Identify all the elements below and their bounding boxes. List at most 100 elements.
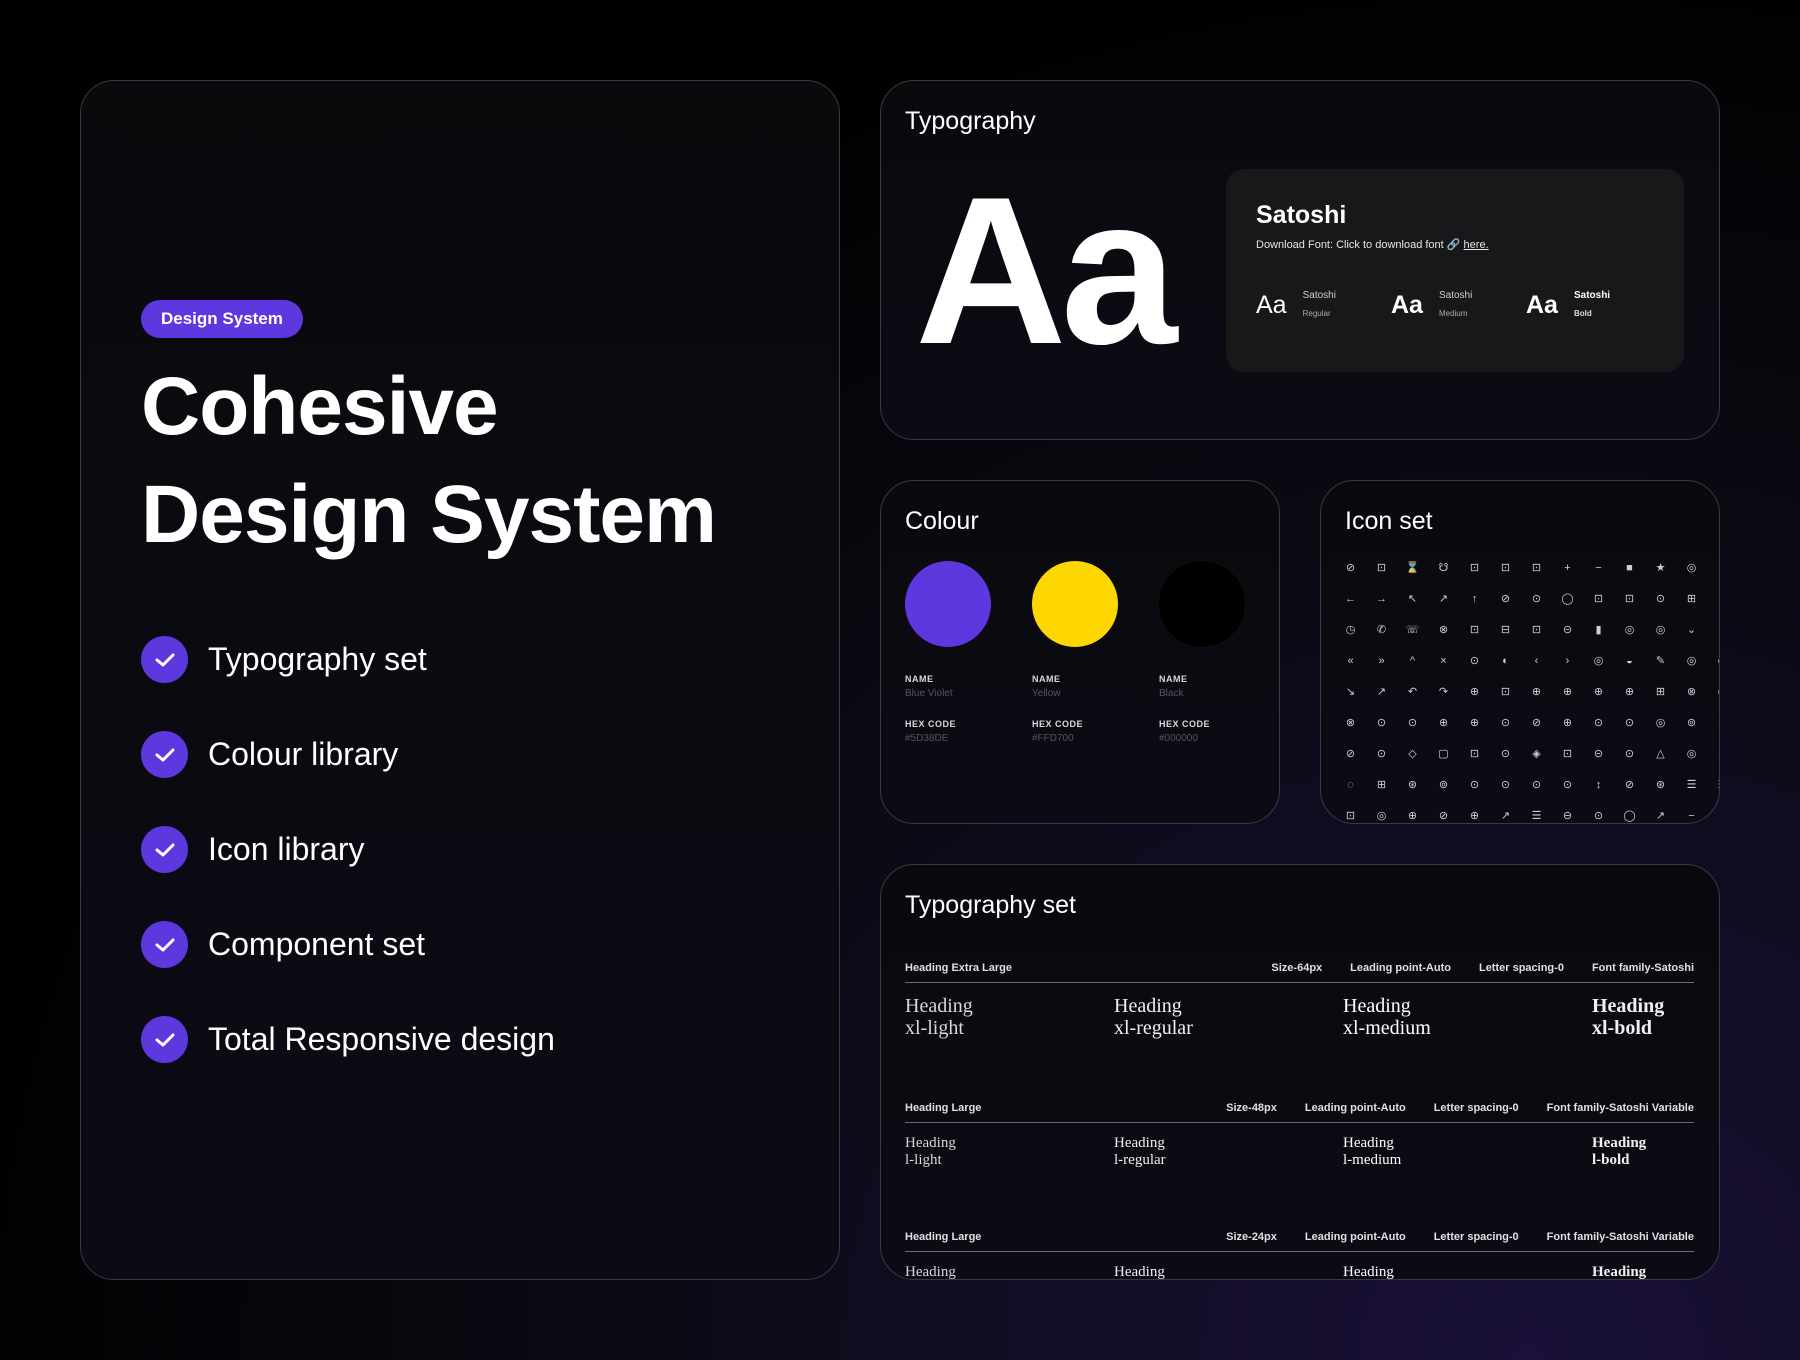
type-section-header: Heading Large Size-24px Leading point-Au… (905, 1228, 1694, 1252)
icon-set-glyph-icon: ⊙ (1469, 655, 1480, 667)
check-icon (141, 826, 188, 873)
colour-name: Blue Violet (905, 688, 953, 699)
icon-set-glyph-icon: ⊡ (1469, 748, 1480, 760)
icon-set-glyph-icon: ⊙ (1707, 584, 1719, 615)
type-samples: Heading Heading Heading Heading (905, 1264, 1694, 1280)
icon-set-glyph-icon: ↘ (1345, 686, 1356, 698)
icon-set-glyph-icon: × (1440, 655, 1447, 667)
type-specs: Size-24px Leading point-Auto Letter spac… (1226, 1231, 1694, 1243)
feature-item: Typography set (141, 636, 555, 683)
feature-item: Colour library (141, 731, 555, 778)
icon-set-glyph-icon: ⊕ (1469, 686, 1480, 698)
feature-label: Total Responsive design (208, 1021, 555, 1057)
hex-label: HEX CODE (905, 719, 957, 729)
icon-set-glyph-icon: ⊗ (1707, 708, 1719, 739)
type-section-name: Heading Large (905, 1101, 982, 1114)
icon-set-glyph-icon: ← (1345, 593, 1356, 605)
check-icon (141, 731, 188, 778)
icon-set-glyph-icon: ⊡ (1469, 562, 1480, 574)
variant-weight: Regular (1302, 309, 1331, 318)
icon-set-glyph-icon: ⊕ (1438, 717, 1449, 729)
icon-set-glyph-icon: ✎ (1655, 655, 1666, 667)
icon-set-glyph-icon: ◎ (1707, 677, 1719, 708)
type-spacing: Letter spacing-0 (1433, 1101, 1519, 1114)
download-font-text: Download Font: Click to download font 🔗 … (1256, 237, 1489, 253)
icon-set-glyph-icon: ↗ (1500, 810, 1511, 822)
icon-set-glyph-icon: ☰ (1707, 770, 1719, 801)
variant-sample: Aa (1526, 291, 1558, 319)
icon-set-glyph-icon: ⊡ (1593, 593, 1604, 605)
icon-set-glyph-icon: ◇ (1408, 748, 1417, 760)
icon-set-glyph-icon: ↗ (1376, 686, 1387, 698)
feature-label: Icon library (208, 831, 365, 867)
sample-light: Heading l-light (905, 1135, 956, 1168)
type-samples: Heading l-light Heading l-regular Headin… (905, 1135, 1694, 1195)
feature-list: Typography set Colour library Icon libra… (141, 636, 555, 1111)
icon-set-glyph-icon: ◎ (1686, 748, 1697, 760)
icon-set-glyph-icon: ↷ (1438, 686, 1449, 698)
sample-bold: Heading (1592, 1264, 1647, 1280)
icon-set-glyph-icon: − (1688, 810, 1695, 822)
download-font-link[interactable]: here. (1464, 239, 1489, 251)
icon-set-glyph-icon: ◎ (1376, 810, 1387, 822)
variant-family: Satoshi (1438, 290, 1473, 301)
icon-set-glyph-icon: ⊘ (1345, 748, 1356, 760)
icon-set-glyph-icon: ⊘ (1531, 717, 1542, 729)
icon-set-glyph-icon: ⊝ (1707, 801, 1719, 823)
icon-set-glyph-icon: » (1707, 615, 1719, 646)
sample-regular: Heading (1114, 1264, 1165, 1280)
icon-set-title: Icon set (1345, 507, 1433, 535)
type-samples: Heading xl-light Heading xl-regular Head… (905, 995, 1694, 1055)
icon-set-glyph-icon: ⊙ (1624, 748, 1635, 760)
icon-set-glyph-icon: ◎ (1655, 624, 1666, 636)
type-leading: Leading point-Auto (1350, 961, 1451, 974)
icon-set-glyph-icon: ⊘ (1345, 562, 1356, 574)
icon-set-glyph-icon: ◎ (1655, 717, 1666, 729)
icon-set-glyph-icon: ⊗ (1707, 739, 1719, 770)
swatch-meta: NAME Black HEX CODE #000000 (1159, 673, 1269, 763)
icon-set-glyph-icon: △ (1656, 748, 1665, 760)
icon-set-glyph-icon: ⊡ (1469, 624, 1480, 636)
variant-info: Satoshi Regular (1303, 287, 1336, 323)
icon-set-glyph-icon: ⊞ (1686, 593, 1697, 605)
swatch-black (1159, 561, 1245, 647)
icon-set-glyph-icon: ⊝ (1562, 624, 1573, 636)
icon-set-glyph-icon: ■ (1626, 562, 1633, 574)
variant-weight: Bold (1573, 309, 1592, 318)
font-name: Satoshi (1256, 201, 1347, 229)
name-label: NAME (1159, 674, 1188, 684)
icon-set-glyph-icon: ‹ (1534, 655, 1539, 667)
icon-set-glyph-icon: ⊕ (1531, 686, 1542, 698)
icon-set-glyph-icon: ↶ (1407, 686, 1418, 698)
icon-set-glyph-icon: ▮ (1595, 624, 1602, 636)
icon-set-glyph-icon: ▢ (1438, 748, 1449, 760)
icon-set-glyph-icon: ⊙ (1593, 717, 1604, 729)
sample-bold: Heading xl-bold (1592, 995, 1665, 1039)
hex-code: #5D38DE (905, 733, 949, 744)
icon-set-glyph-icon: ⊙ (1655, 593, 1666, 605)
swatch-meta: NAME Yellow HEX CODE #FFD700 (1032, 673, 1142, 763)
hex-label: HEX CODE (1032, 719, 1084, 729)
icon-set-glyph-icon: « (1347, 655, 1354, 667)
icon-set-glyph-icon: ⊝ (1593, 748, 1604, 760)
icon-set-glyph-icon: ⊘ (1500, 593, 1511, 605)
icon-set-glyph-icon: → (1376, 593, 1387, 605)
icon-set-glyph-icon: ⊗ (1686, 686, 1697, 698)
icon-set-glyph-icon: ⊕ (1562, 717, 1573, 729)
icon-set-glyph-icon: ↗ (1655, 810, 1666, 822)
icon-set-glyph-icon: ⊡ (1376, 562, 1387, 574)
icon-set-glyph-icon: ☏ (1405, 624, 1420, 636)
type-family: Font family-Satoshi Variable (1546, 1101, 1694, 1114)
colour-name: Black (1159, 688, 1184, 699)
type-section-name: Heading Extra Large (905, 961, 1012, 974)
icon-set-glyph-icon: ◌ (1707, 553, 1719, 584)
icon-set-glyph-icon: ◈ (1532, 748, 1541, 760)
icon-set-glyph-icon: ⊡ (1500, 686, 1511, 698)
hero-title: Cohesive Design System (141, 353, 717, 569)
icon-set-glyph-icon: ⊙ (1624, 717, 1635, 729)
icon-set-glyph-icon: ⊖ (1562, 810, 1573, 822)
icon-set-glyph-icon: ◒ (1626, 655, 1633, 667)
type-family: Font family-Satoshi Variable (1546, 1230, 1694, 1243)
icon-set-glyph-icon: ⊗ (1345, 717, 1356, 729)
icon-set-glyph-icon: ⊘ (1438, 810, 1449, 822)
